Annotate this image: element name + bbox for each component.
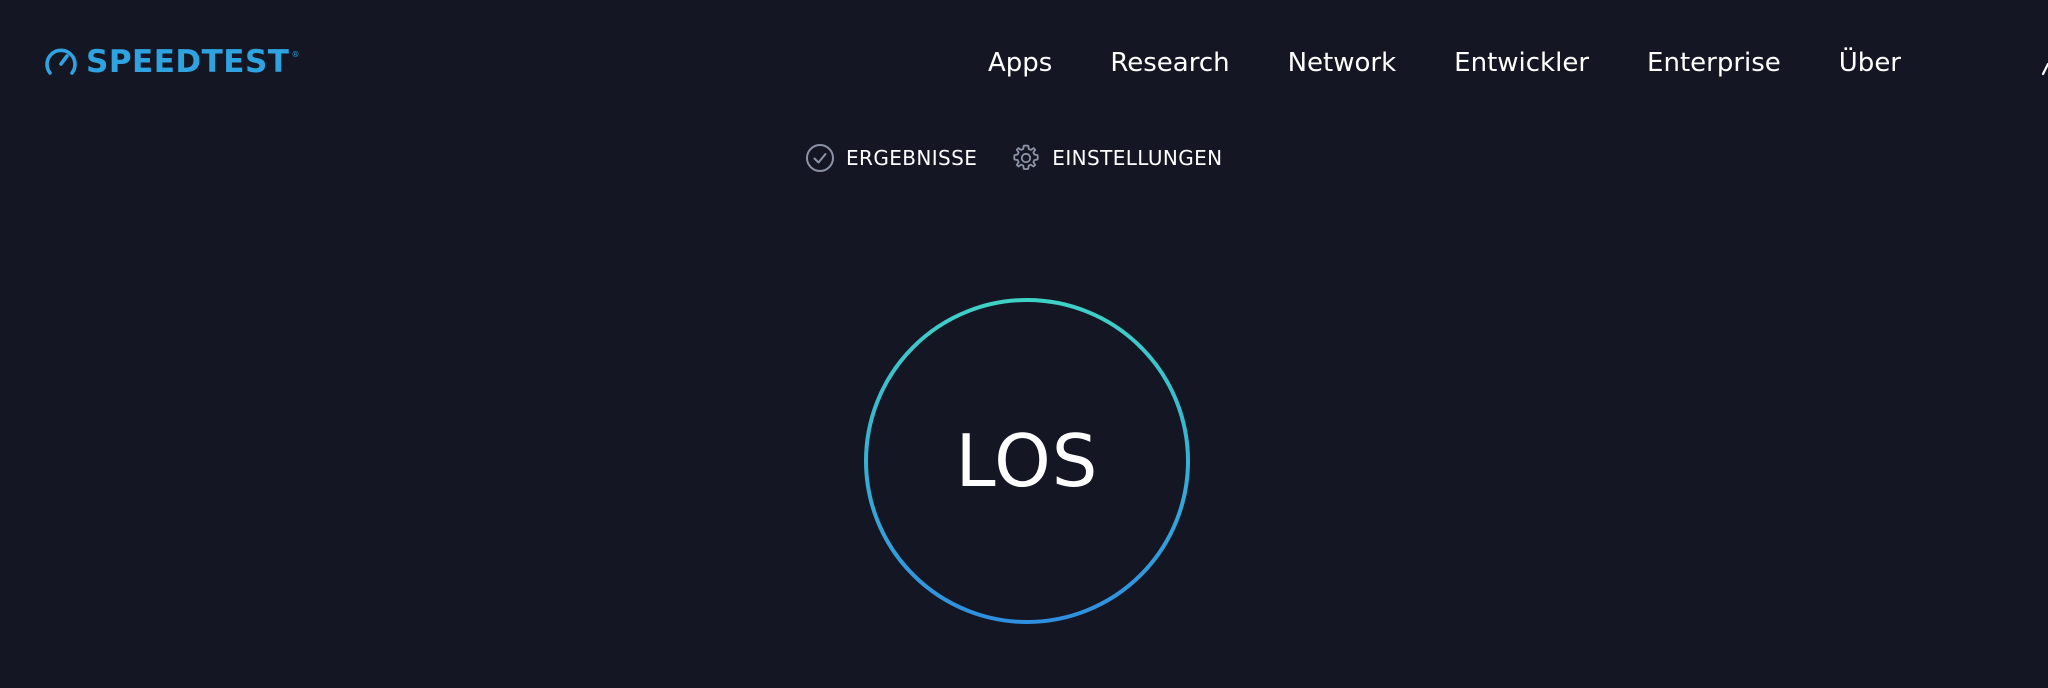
- settings-label: EINSTELLUNGEN: [1052, 146, 1223, 170]
- settings-link[interactable]: EINSTELLUNGEN: [1011, 142, 1222, 174]
- speedtest-page: SPEEDTEST ® Apps Research Network Entwic…: [0, 0, 2048, 688]
- registered-mark: ®: [291, 50, 300, 59]
- check-circle-icon: [805, 143, 835, 173]
- nav-overflow-clip: [2040, 50, 2048, 80]
- gear-icon: [1011, 143, 1041, 173]
- speedtest-logo[interactable]: SPEEDTEST ®: [44, 44, 299, 80]
- results-label: ERGEBNISSE: [846, 146, 978, 170]
- speedometer-icon: [44, 45, 78, 79]
- nav-item-enterprise[interactable]: Enterprise: [1647, 44, 1781, 82]
- nav-item-entwickler[interactable]: Entwickler: [1454, 44, 1589, 82]
- results-link[interactable]: ERGEBNISSE: [805, 142, 977, 174]
- nav-item-apps[interactable]: Apps: [988, 44, 1052, 82]
- go-button[interactable]: LOS: [862, 296, 1192, 626]
- nav-item-network[interactable]: Network: [1288, 44, 1397, 82]
- sub-nav: ERGEBNISSE EINSTELLUNGEN: [805, 142, 1223, 174]
- go-label: LOS: [955, 419, 1099, 503]
- nav-item-research[interactable]: Research: [1110, 44, 1229, 82]
- nav-item-ueber[interactable]: Über: [1839, 44, 1901, 82]
- logo-text: SPEEDTEST: [86, 44, 290, 80]
- main-nav: Apps Research Network Entwickler Enterpr…: [988, 44, 1901, 82]
